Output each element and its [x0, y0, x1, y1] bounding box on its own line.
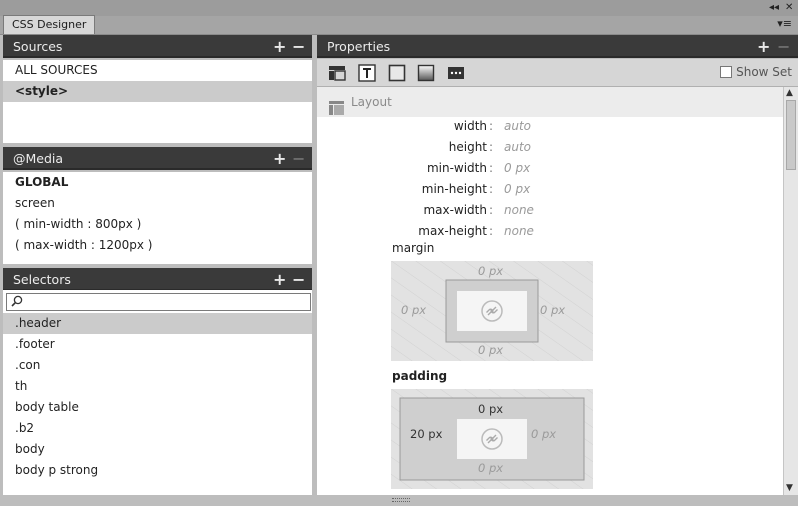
properties-scrollbar[interactable]: ▲ ▼ [783, 87, 798, 495]
list-item[interactable]: th [3, 376, 312, 397]
property-row-height: height: auto [317, 137, 783, 158]
layout-section-title: Layout [351, 95, 392, 109]
selector-search-input[interactable] [6, 293, 311, 311]
text-icon[interactable] [358, 64, 376, 82]
property-value[interactable]: 0 px [504, 179, 530, 200]
properties-header: Properties + − [317, 35, 798, 58]
add-source-icon[interactable]: + [273, 35, 286, 58]
property-value[interactable]: auto [504, 116, 531, 137]
resize-grip[interactable] [392, 498, 410, 502]
sources-header: Sources + − [3, 35, 312, 58]
property-name: width [453, 119, 487, 133]
list-item[interactable]: body p strong [3, 460, 312, 481]
property-row-width: width: auto [317, 116, 783, 137]
window-strip [0, 0, 798, 16]
list-item[interactable]: ( min-width : 800px ) [3, 214, 312, 235]
panel-titlebar: ◂◂ ✕ CSS Designer ▾≡ [0, 0, 798, 35]
remove-property-icon[interactable]: − [777, 35, 790, 58]
list-item[interactable]: .b2 [3, 418, 312, 439]
property-separator: : [489, 182, 494, 196]
close-icon[interactable]: ✕ [785, 2, 793, 14]
scroll-thumb[interactable] [786, 100, 796, 170]
property-name: height [448, 140, 487, 154]
search-icon [11, 295, 23, 310]
margin-bottom-value[interactable]: 0 px [478, 343, 503, 357]
list-item[interactable]: .con [3, 355, 312, 376]
property-name: min-height [421, 182, 487, 196]
list-item[interactable]: ALL SOURCES [3, 60, 312, 81]
show-set-toggle[interactable]: Show Set [720, 65, 792, 79]
property-name: min-width [426, 161, 487, 175]
show-set-checkbox[interactable] [720, 66, 733, 78]
add-selector-icon[interactable]: + [273, 268, 286, 291]
properties-title: Properties [327, 39, 391, 54]
list-item[interactable]: screen [3, 193, 312, 214]
tab-label: CSS Designer [12, 18, 87, 31]
selectors-panel: .header .footer .con th body table .b2 body bod… [3, 290, 312, 495]
padding-label: padding [392, 369, 448, 383]
margin-top-value[interactable]: 0 px [478, 264, 503, 278]
list-item[interactable]: .header [3, 313, 312, 334]
property-value[interactable]: auto [504, 137, 531, 158]
property-separator: : [489, 119, 494, 133]
margin-box: 0 px 0 px 0 px 0 px [391, 261, 593, 361]
media-title: @Media [13, 151, 64, 166]
sources-title: Sources [13, 39, 63, 54]
selectors-title: Selectors [13, 272, 71, 287]
add-property-icon[interactable]: + [757, 35, 770, 58]
property-separator: : [489, 140, 494, 154]
padding-right-value[interactable]: 0 px [531, 427, 556, 441]
property-separator: : [489, 161, 494, 175]
properties-content: Layout width: auto height: auto min-width:0 … [317, 87, 783, 495]
property-row-max-width: max-width: none [317, 200, 783, 221]
padding-bottom-value[interactable]: 0 px [478, 461, 503, 475]
property-name: max-width [423, 203, 487, 217]
add-media-icon[interactable]: + [273, 147, 286, 170]
selectors-list: .header .footer .con th body table .b2 body bod… [3, 313, 312, 481]
property-separator: : [489, 203, 494, 217]
property-row-min-height: min-height:0 px [317, 179, 783, 200]
padding-left-value[interactable]: 20 px [410, 427, 442, 441]
property-row-min-width: min-width:0 px [317, 158, 783, 179]
list-item[interactable]: body [3, 439, 312, 460]
remove-selector-icon[interactable]: − [292, 268, 305, 291]
list-item[interactable]: GLOBAL [3, 172, 312, 193]
layout-section-header[interactable]: Layout [317, 87, 783, 117]
margin-right-value[interactable]: 0 px [540, 303, 565, 317]
property-value[interactable]: none [504, 221, 534, 242]
border-icon[interactable] [388, 64, 406, 82]
list-item[interactable]: .footer [3, 334, 312, 355]
properties-toolbar: Show Set [317, 59, 798, 87]
remove-media-icon[interactable]: − [292, 147, 305, 170]
selectors-header: Selectors + − [3, 268, 312, 291]
media-header: @Media + − [3, 147, 312, 170]
margin-left-value[interactable]: 0 px [401, 303, 426, 317]
property-value[interactable]: none [504, 200, 534, 221]
panel-menu-icon[interactable]: ▾≡ [777, 17, 792, 30]
property-value[interactable]: 0 px [504, 158, 530, 179]
show-set-label: Show Set [736, 65, 792, 79]
media-list: GLOBAL screen( min-width : 800px )( max-w… [3, 172, 312, 264]
remove-source-icon[interactable]: − [292, 35, 305, 58]
layout-icon [329, 96, 344, 115]
tab-css-designer[interactable]: CSS Designer [3, 15, 96, 34]
margin-label: margin [392, 241, 435, 255]
property-row-max-height: max-height: none [317, 221, 783, 242]
scroll-down-icon[interactable]: ▼ [786, 483, 793, 493]
padding-box: 0 px 0 px 0 px 20 px [391, 389, 593, 489]
layout-icon[interactable] [328, 64, 346, 82]
double-left-arrow-icon[interactable]: ◂◂ [769, 2, 779, 14]
list-item[interactable]: <style> [3, 81, 312, 102]
property-name: max-height [418, 224, 487, 238]
scroll-up-icon[interactable]: ▲ [786, 88, 793, 98]
list-item[interactable]: body table [3, 397, 312, 418]
property-separator: : [489, 224, 494, 238]
padding-top-value[interactable]: 0 px [478, 402, 503, 416]
list-item[interactable]: ( max-width : 1200px ) [3, 235, 312, 256]
more-icon[interactable] [447, 64, 465, 82]
sources-list: ALL SOURCES <style> [3, 60, 312, 143]
background-icon[interactable] [417, 64, 435, 82]
